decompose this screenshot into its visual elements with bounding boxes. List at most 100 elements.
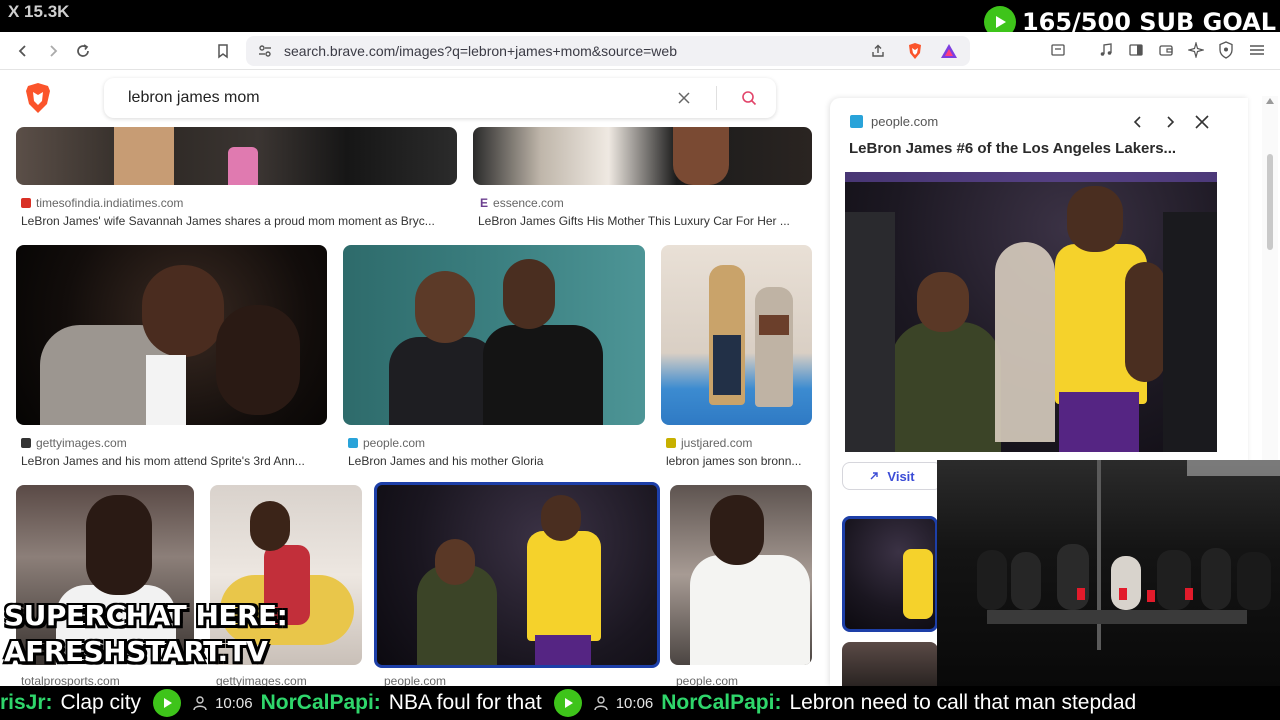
source-domain: people.com: [871, 114, 939, 129]
next-image-icon[interactable]: [1164, 116, 1176, 128]
result-source[interactable]: people.com: [348, 436, 425, 450]
result-source[interactable]: gettyimages.com: [216, 674, 307, 686]
music-icon[interactable]: [1098, 42, 1114, 58]
result-caption[interactable]: LeBron James and his mother Gloria: [348, 454, 648, 468]
bookmark-icon: [218, 44, 228, 59]
search-input[interactable]: lebron james mom: [128, 89, 260, 107]
superchat-line-2: AFRESHSTART.TV: [4, 635, 268, 668]
related-thumb-selected[interactable]: [842, 516, 938, 632]
source-domain: people.com: [676, 674, 739, 686]
result-source[interactable]: people.com: [384, 674, 446, 686]
superchat-overlay: SUPERCHAT HERE: AFRESHSTART.TV: [4, 598, 288, 670]
related-thumb[interactable]: [842, 642, 938, 686]
search-divider: [716, 86, 717, 110]
scroll-up-icon[interactable]: [1266, 98, 1274, 104]
visit-label: Visit: [887, 468, 915, 484]
play-icon: [553, 689, 582, 717]
panel-source[interactable]: people.com: [850, 114, 938, 129]
result-source[interactable]: justjared.com: [666, 436, 752, 450]
chat-ticker: risJr: Clap city 10:06 NorCalPapi: NBA f…: [0, 686, 1280, 720]
decor: [716, 585, 796, 601]
source-domain: gettyimages.com: [216, 674, 307, 686]
favicon-icon: [850, 115, 863, 128]
result-source[interactable]: totalprosports.com: [21, 674, 120, 686]
result-source[interactable]: people.com: [676, 674, 738, 686]
chat-message: Clap city: [60, 691, 142, 714]
result-image[interactable]: [16, 127, 457, 185]
stream-top-bar: X 15.3K 165/500 SUB GOAL: [0, 0, 1280, 38]
source-domain: people.com: [384, 674, 447, 686]
source-domain: justjared.com: [681, 436, 753, 450]
wallet-icon[interactable]: [1158, 42, 1174, 58]
user-icon: [191, 694, 209, 712]
preview-image[interactable]: [845, 172, 1217, 452]
superchat-line-1: SUPERCHAT HERE:: [4, 599, 288, 632]
browser-toolbar: search.brave.com/images?q=lebron+james+m…: [0, 32, 1280, 70]
webcam-overlay: [937, 460, 1280, 686]
back-button[interactable]: [12, 40, 34, 62]
source-domain: gettyimages.com: [36, 436, 127, 450]
leo-ai-icon[interactable]: [1188, 42, 1204, 58]
result-image[interactable]: [670, 485, 812, 665]
chat-username: risJr:: [0, 691, 53, 714]
close-icon[interactable]: [1195, 115, 1209, 129]
favicon-icon: [666, 438, 676, 448]
url-text: search.brave.com/images?q=lebron+james+m…: [284, 43, 677, 59]
forward-button[interactable]: [42, 40, 64, 62]
result-image-selected[interactable]: [374, 482, 660, 668]
brave-logo[interactable]: [24, 82, 52, 114]
play-icon: [153, 689, 182, 717]
chat-username: NorCalPapi:: [661, 691, 782, 714]
clear-search-icon[interactable]: [678, 92, 690, 104]
x-follower-count: X 15.3K: [8, 2, 70, 21]
reload-button[interactable]: [72, 40, 94, 62]
result-caption[interactable]: LeBron James' wife Savannah James shares…: [21, 214, 461, 228]
search-icon[interactable]: [741, 90, 757, 106]
share-icon[interactable]: [870, 43, 886, 59]
reload-icon: [77, 44, 89, 57]
menu-icon[interactable]: [1248, 42, 1266, 58]
vpn-icon[interactable]: [1218, 41, 1234, 59]
favicon-icon: [348, 438, 358, 448]
user-icon: [592, 694, 610, 712]
source-domain: people.com: [363, 436, 426, 450]
reader-mode-icon[interactable]: [1050, 42, 1066, 58]
site-settings-icon[interactable]: [258, 44, 272, 58]
chevron-left-icon: [18, 45, 26, 57]
result-source[interactable]: E essence.com: [480, 196, 564, 210]
source-domain: timesofindia.indiatimes.com: [36, 196, 184, 210]
favicon-icon: [21, 198, 31, 208]
brave-shields-icon[interactable]: [906, 42, 924, 60]
panel-title[interactable]: LeBron James #6 of the Los Angeles Laker…: [849, 140, 1176, 157]
scroll-thumb[interactable]: [1267, 154, 1273, 250]
sidebar-icon[interactable]: [1128, 42, 1144, 58]
chevron-right-icon: [50, 45, 58, 57]
source-domain: essence.com: [493, 196, 564, 210]
decor: [671, 265, 711, 285]
chat-message: NBA foul for that: [388, 691, 542, 714]
favicon-icon: E: [480, 196, 489, 210]
result-image[interactable]: [343, 245, 645, 425]
prev-image-icon[interactable]: [1132, 116, 1144, 128]
favicon-icon: [21, 438, 31, 448]
result-source[interactable]: gettyimages.com: [21, 436, 127, 450]
brave-rewards-icon[interactable]: [940, 43, 958, 59]
result-image[interactable]: [473, 127, 812, 185]
chat-message: Lebron need to call that man stepdad: [789, 691, 1137, 714]
chat-time: 10:06: [615, 694, 654, 712]
result-caption[interactable]: LeBron James Gifts His Mother This Luxur…: [478, 214, 818, 228]
result-caption[interactable]: LeBron James and his mom attend Sprite's…: [21, 454, 327, 468]
chat-username: NorCalPapi:: [260, 691, 381, 714]
external-link-icon: [870, 472, 879, 480]
screen: X 15.3K 165/500 SUB GOAL search.brave.co…: [0, 0, 1280, 720]
source-domain: totalprosports.com: [21, 674, 120, 686]
bookmark-button[interactable]: [212, 40, 234, 62]
result-source[interactable]: timesofindia.indiatimes.com: [21, 196, 183, 210]
search-box[interactable]: lebron james mom: [104, 78, 776, 118]
chat-time: 10:06: [215, 694, 253, 712]
visit-button[interactable]: Visit: [842, 462, 942, 490]
result-image[interactable]: [661, 245, 812, 425]
address-bar[interactable]: search.brave.com/images?q=lebron+james+m…: [246, 36, 970, 66]
result-caption[interactable]: lebron james son bronn...: [666, 454, 812, 468]
result-image[interactable]: [16, 245, 327, 425]
